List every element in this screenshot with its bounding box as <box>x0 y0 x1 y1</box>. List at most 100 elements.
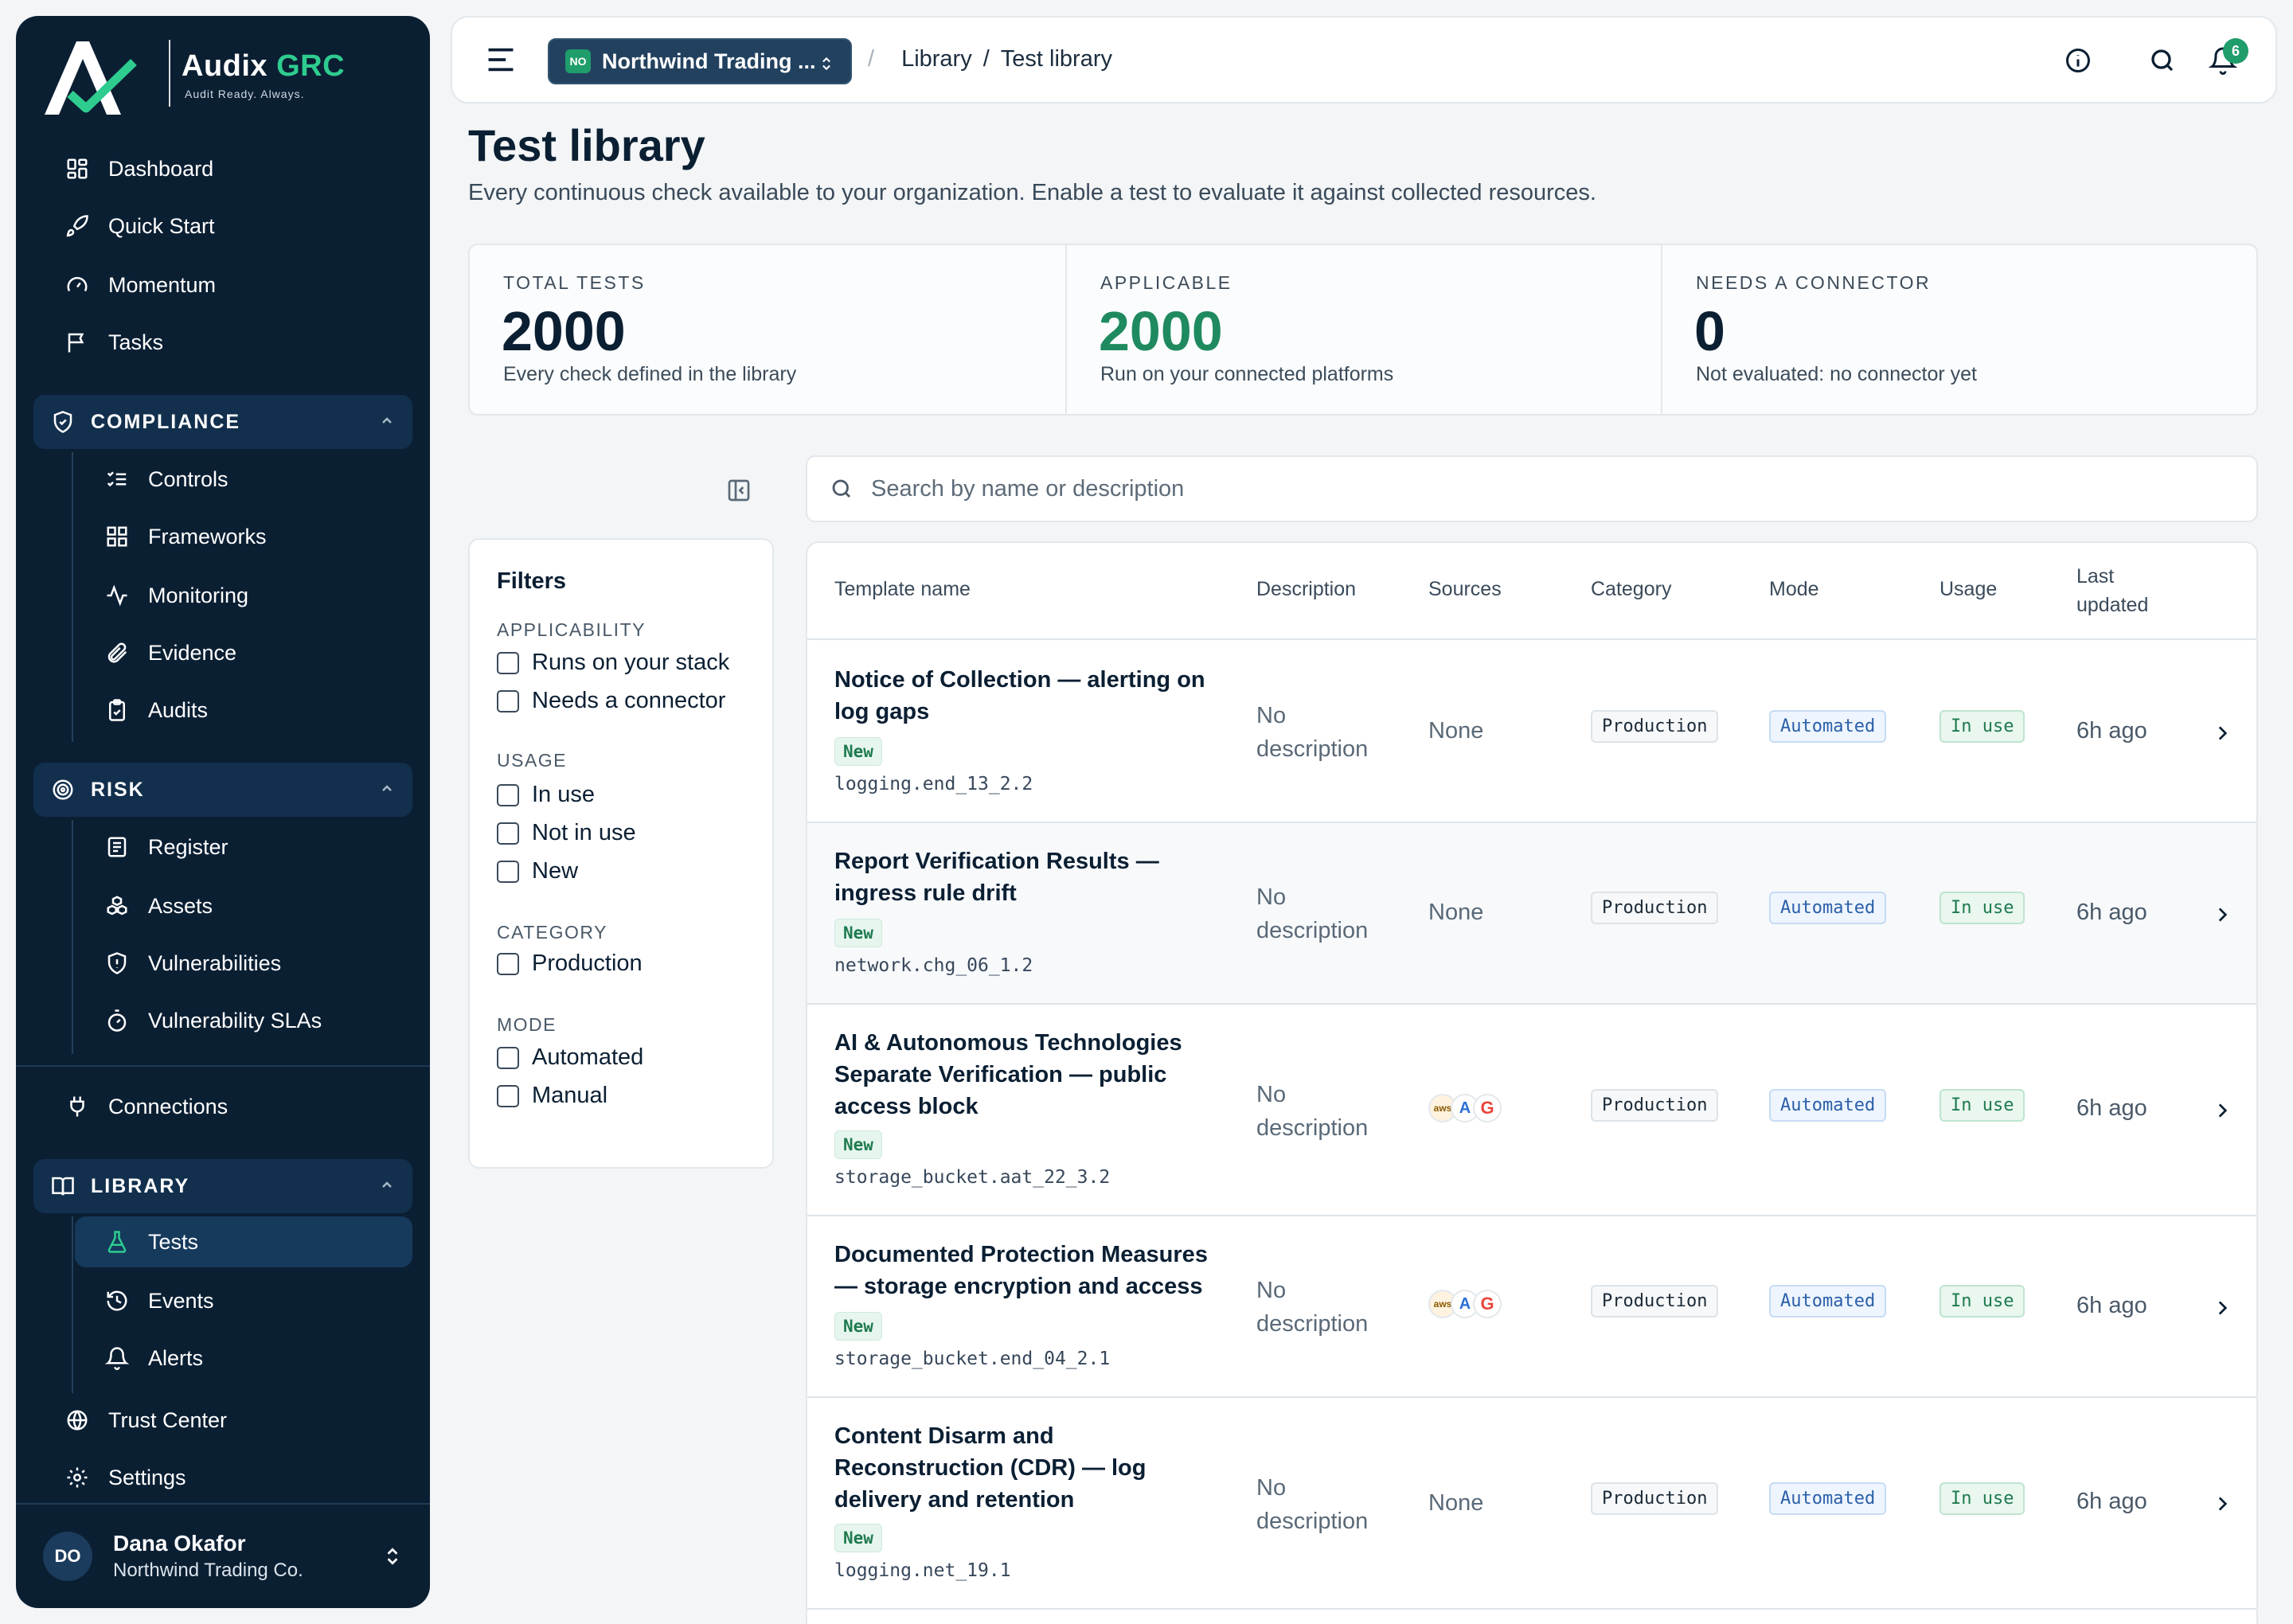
collapse-panel-icon[interactable] <box>726 478 752 503</box>
filter-automated[interactable]: Automated <box>497 1044 643 1071</box>
gear-icon <box>64 1464 91 1491</box>
filter-runs-on-stack[interactable]: Runs on your stack <box>497 650 729 676</box>
checkbox[interactable] <box>497 1084 519 1107</box>
table-row[interactable]: AI & Autonomous Technologies Separate Ve… <box>807 1005 2256 1216</box>
usage-pill: In use <box>1939 1285 2025 1318</box>
sidebar-item-dashboard[interactable]: Dashboard <box>33 143 412 194</box>
sidebar-item-tests[interactable]: Tests <box>75 1216 412 1267</box>
template-id: logging.net_19.1 <box>834 1560 1011 1581</box>
category-pill: Production <box>1591 1285 1719 1318</box>
stat-value: 0 <box>1694 300 1725 362</box>
category-pill: Production <box>1591 1089 1719 1122</box>
table-row[interactable]: Documented Protection Measures — storage… <box>807 1216 2256 1398</box>
sidebar-item-label: Monitoring <box>148 583 249 607</box>
rocket-icon <box>64 213 91 240</box>
sidebar-item-assets[interactable]: Assets <box>75 880 412 931</box>
search-icon[interactable] <box>2148 46 2177 75</box>
sidebar-item-vulnerabilities[interactable]: Vulnerabilities <box>75 938 412 989</box>
sidebar-item-register[interactable]: Register <box>75 822 412 873</box>
breadcrumb-library[interactable]: Library <box>901 46 972 72</box>
col-mode[interactable]: Mode <box>1769 578 1819 601</box>
checkbox[interactable] <box>497 651 519 674</box>
sidebar-item-trust-center[interactable]: Trust Center <box>33 1395 412 1446</box>
activity-icon <box>104 582 131 609</box>
filter-in-use[interactable]: In use <box>497 782 595 808</box>
sidebar-item-label: Trust Center <box>108 1407 228 1432</box>
checkbox[interactable] <box>497 783 519 806</box>
col-category[interactable]: Category <box>1591 578 1671 601</box>
description: No description <box>1256 1082 1369 1141</box>
new-badge: New <box>834 1130 882 1159</box>
col-description[interactable]: Description <box>1256 578 1356 601</box>
table-row[interactable]: Report Verification Results — ingress ru… <box>807 823 2256 1005</box>
col-last-updated[interactable]: Last updated <box>2076 562 2148 619</box>
sidebar-item-settings[interactable]: Settings <box>33 1452 412 1503</box>
section-library[interactable]: LIBRARY <box>33 1159 412 1213</box>
chevron-right-icon[interactable] <box>2212 721 2232 745</box>
filter-not-in-use[interactable]: Not in use <box>497 820 636 846</box>
checkbox[interactable] <box>497 952 519 975</box>
filter-manual[interactable]: Manual <box>497 1083 607 1109</box>
grid-icon <box>104 523 131 550</box>
template-id: storage_bucket.end_04_2.1 <box>834 1349 1111 1369</box>
sidebar: Audix GRC Audit Ready. Always. Dashboard… <box>16 16 430 1608</box>
filter-group-label: USAGE <box>497 750 568 771</box>
sidebar-item-label: Settings <box>108 1465 186 1489</box>
menu-icon[interactable] <box>486 46 516 73</box>
brand-logo[interactable]: Audix GRC Audit Ready. Always. <box>41 24 376 119</box>
table-row[interactable]: Content Disarm and Reconstruction (CDR) … <box>807 1398 2256 1610</box>
breadcrumb-test-library: Test library <box>1000 46 1112 72</box>
page-title: Test library <box>468 120 705 170</box>
chevron-right-icon[interactable] <box>2212 903 2232 927</box>
sidebar-item-alerts[interactable]: Alerts <box>75 1333 412 1384</box>
info-icon[interactable] <box>2064 46 2092 75</box>
timer-icon <box>104 1007 131 1034</box>
sidebar-item-frameworks[interactable]: Frameworks <box>75 511 412 562</box>
filter-production[interactable]: Production <box>497 951 643 977</box>
section-label: LIBRARY <box>91 1174 190 1197</box>
source-icons: aws A G <box>1428 1290 1502 1318</box>
section-risk[interactable]: RISK <box>33 763 412 817</box>
sidebar-item-controls[interactable]: Controls <box>75 454 412 505</box>
last-updated: 6h ago <box>2076 1095 2147 1121</box>
sidebar-item-label: Vulnerabilities <box>148 951 282 975</box>
page-subtitle: Every continuous check available to your… <box>468 180 1596 205</box>
search-input[interactable] <box>871 475 2145 502</box>
org-switcher[interactable]: NO Northwind Trading ... <box>548 38 852 84</box>
sidebar-item-events[interactable]: Events <box>75 1275 412 1326</box>
col-sources[interactable]: Sources <box>1428 578 1502 601</box>
sidebar-item-label: Evidence <box>148 640 237 665</box>
sidebar-item-momentum[interactable]: Momentum <box>33 260 412 310</box>
section-compliance[interactable]: COMPLIANCE <box>33 395 412 449</box>
chevron-right-icon[interactable] <box>2212 1099 2232 1122</box>
table-row[interactable]: Notice of Collection — alerting on log g… <box>807 642 2256 823</box>
search-bar[interactable] <box>806 455 2258 522</box>
sidebar-item-vulnerability-slas[interactable]: Vulnerability SLAs <box>75 995 412 1046</box>
usage-pill: In use <box>1939 892 2025 924</box>
checkbox[interactable] <box>497 689 519 712</box>
sidebar-item-audits[interactable]: Audits <box>75 685 412 736</box>
sidebar-item-quick-start[interactable]: Quick Start <box>33 201 412 252</box>
chevron-right-icon[interactable] <box>2212 1492 2232 1516</box>
checkbox[interactable] <box>497 860 519 883</box>
sidebar-item-connections[interactable]: Connections <box>33 1081 412 1132</box>
history-icon <box>104 1287 131 1314</box>
clipboard-icon <box>104 697 131 724</box>
col-usage[interactable]: Usage <box>1939 578 1997 601</box>
chevron-right-icon[interactable] <box>2212 1296 2232 1320</box>
sidebar-item-label: Vulnerability SLAs <box>148 1008 322 1033</box>
notification-badge: 6 <box>2223 38 2248 64</box>
col-template-name[interactable]: Template name <box>834 578 971 601</box>
filter-needs-connector[interactable]: Needs a connector <box>497 688 725 714</box>
new-badge: New <box>834 1312 882 1341</box>
sidebar-item-evidence[interactable]: Evidence <box>75 627 412 678</box>
description: No description <box>1256 1278 1369 1337</box>
sidebar-item-tasks[interactable]: Tasks <box>33 317 412 368</box>
sidebar-item-monitoring[interactable]: Monitoring <box>75 570 412 621</box>
sidebar-divider <box>16 1065 430 1067</box>
user-menu[interactable]: DO Dana Okafor Northwind Trading Co. <box>16 1505 430 1608</box>
checkbox[interactable] <box>497 822 519 845</box>
checkbox[interactable] <box>497 1046 519 1069</box>
search-icon <box>832 479 850 498</box>
filter-new[interactable]: New <box>497 858 578 884</box>
